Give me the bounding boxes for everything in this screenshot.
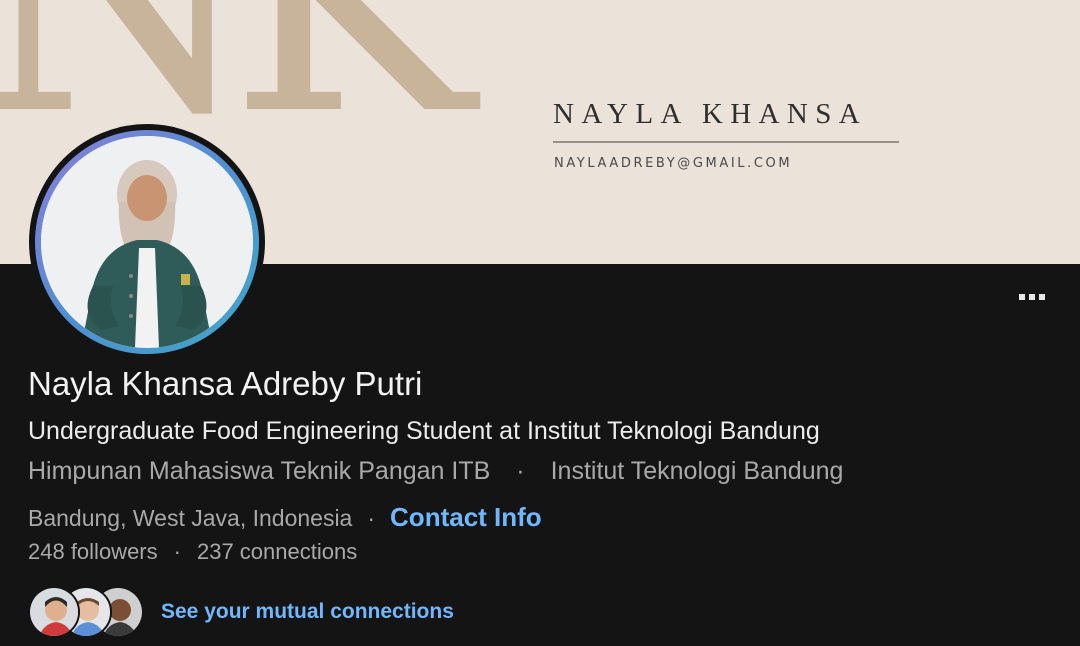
profile-location: Bandung, West Java, Indonesia — [28, 505, 353, 531]
mutual-avatar — [28, 586, 80, 638]
connections-count[interactable]: 237 connections — [197, 539, 357, 565]
profile-name: Nayla Khansa Adreby Putri — [28, 365, 423, 402]
banner-divider — [553, 141, 899, 143]
profile-photo-illustration — [41, 136, 253, 348]
separator-dot: · — [173, 539, 181, 564]
mutual-avatars — [28, 586, 148, 638]
avatar-ring — [35, 130, 259, 354]
more-horizontal-icon — [1019, 294, 1045, 300]
separator-dot: · — [367, 505, 376, 531]
separator-dot: · — [516, 457, 525, 485]
profile-headline: Undergraduate Food Engineering Student a… — [28, 417, 820, 445]
contact-info-link[interactable]: Contact Info — [390, 502, 542, 533]
affiliation-organization[interactable]: Himpunan Mahasiswa Teknik Pangan ITB — [28, 457, 490, 486]
profile-card: NK NAYLA KHANSA NAYLAADREBY@GMAIL.COM — [0, 0, 1080, 646]
profile-affiliations: Himpunan Mahasiswa Teknik Pangan ITB · I… — [28, 457, 843, 486]
profile-photo — [41, 136, 253, 348]
affiliation-school[interactable]: Institut Teknologi Bandung — [551, 457, 844, 486]
mutual-connections-label[interactable]: See your mutual connections — [161, 600, 454, 624]
followers-count: 248 followers — [28, 539, 158, 564]
more-actions-button[interactable] — [1008, 282, 1056, 312]
banner-name: NAYLA KHANSA — [553, 98, 868, 130]
location-row: Bandung, West Java, Indonesia · Contact … — [28, 502, 542, 533]
network-stats: 248 followers · 237 connections — [28, 539, 357, 565]
mutual-connections-link[interactable]: See your mutual connections — [28, 586, 454, 638]
profile-avatar[interactable] — [29, 124, 265, 360]
banner-email: NAYLAADREBY@GMAIL.COM — [554, 156, 793, 171]
banner-monogram: NK — [0, 0, 475, 160]
